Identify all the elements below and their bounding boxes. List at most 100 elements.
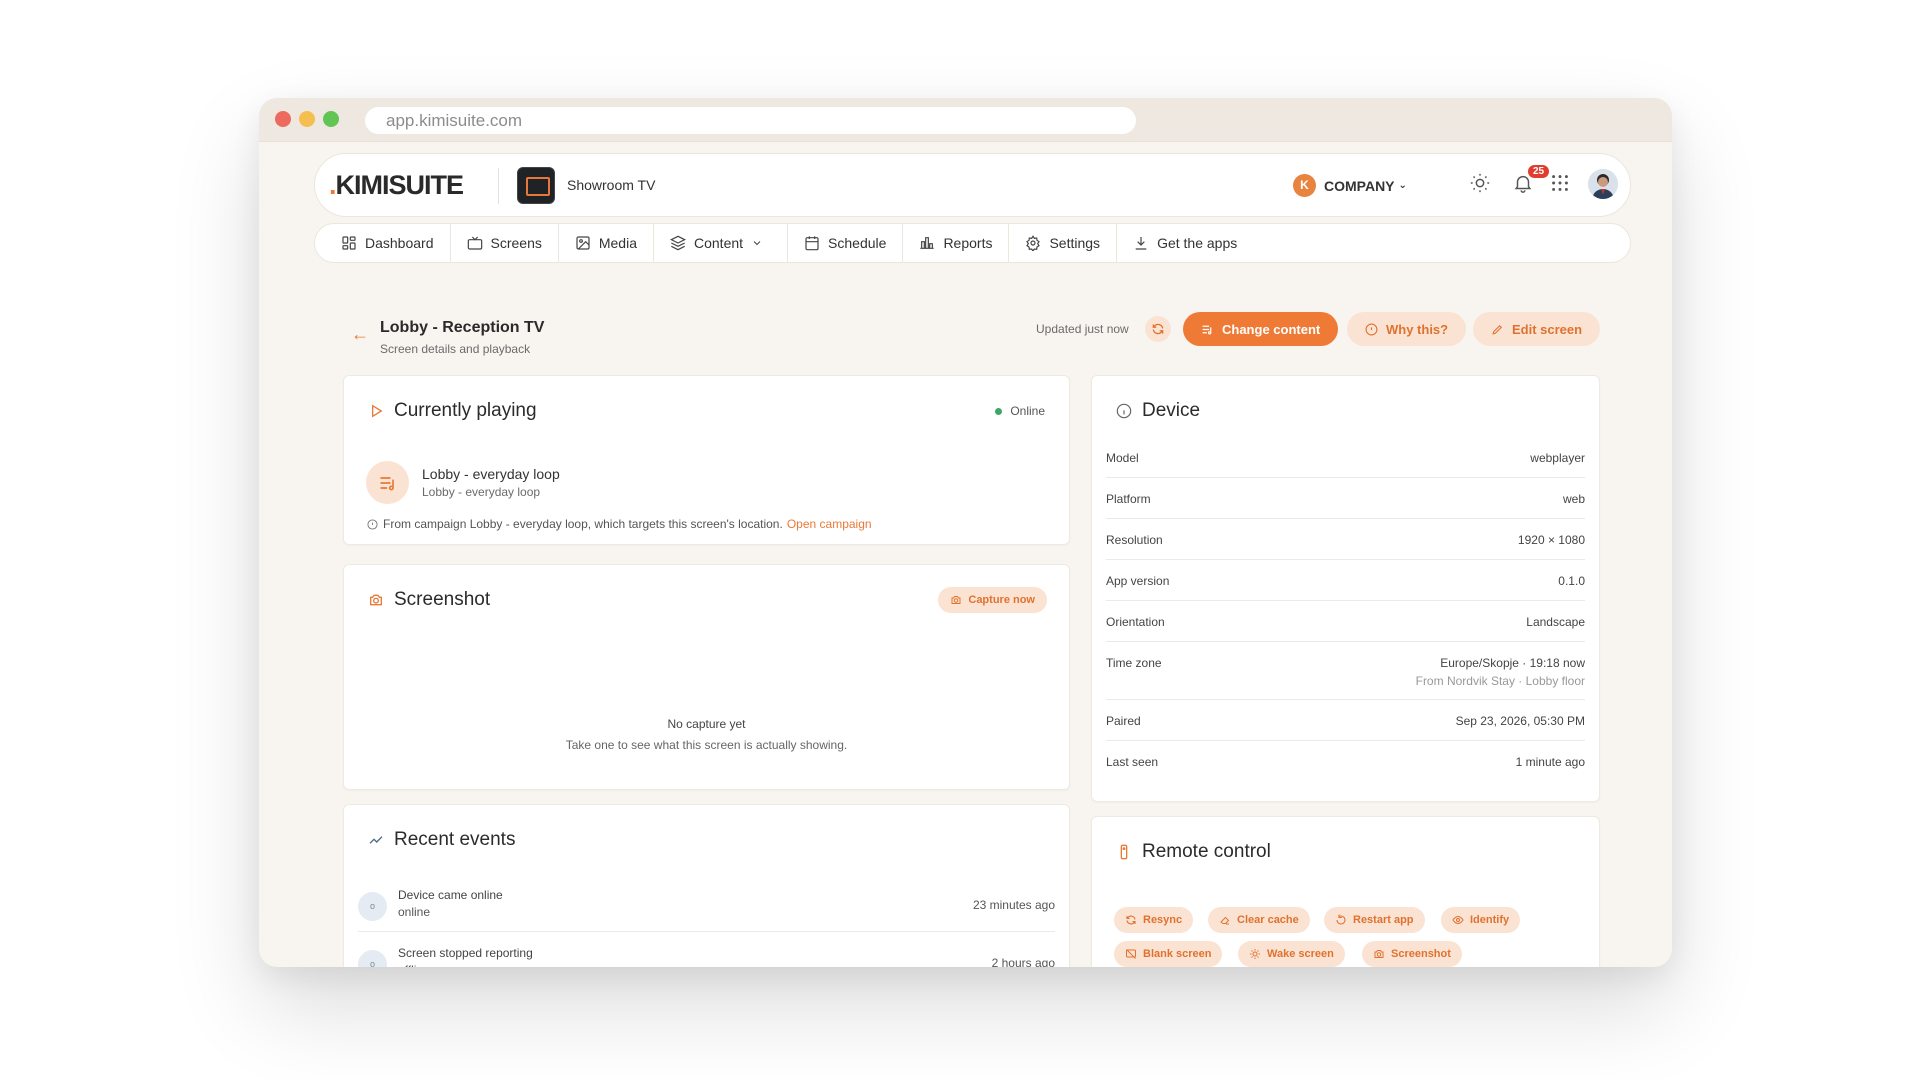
chevron-down-icon (753, 241, 761, 246)
screen-thumbnail[interactable] (517, 167, 555, 204)
currently-playing-title: Currently playing (368, 400, 537, 422)
nav-schedule[interactable]: Schedule (788, 224, 904, 262)
event-subtitle: online (398, 905, 431, 919)
campaign-note: From campaign Lobby - everyday loop, whi… (367, 517, 872, 531)
info-circle-icon (367, 518, 378, 530)
nav-content[interactable]: Content (654, 224, 789, 262)
wake-screen-button[interactable]: Wake screen (1238, 941, 1345, 967)
eraser-icon (1220, 916, 1230, 925)
close-window-button[interactable] (275, 111, 291, 127)
maximize-window-button[interactable] (323, 111, 339, 127)
device-row-value: Landscape (1526, 615, 1585, 629)
nav-settings-label: Settings (1049, 235, 1101, 251)
resync-label: Resync (1143, 914, 1183, 926)
eye-icon (1452, 915, 1464, 925)
open-campaign-link[interactable]: Open campaign (787, 517, 872, 531)
online-status: Online (995, 404, 1045, 418)
recent-events-heading: Recent events (394, 829, 516, 850)
why-this-label: Why this? (1386, 321, 1449, 337)
browser-window: app.kimisuite.com .KIMISUITE Showroom TV… (259, 98, 1672, 967)
screen-off-icon (1126, 949, 1136, 959)
restart-app-label: Restart app (1353, 914, 1414, 926)
device-row-key: Time zone (1106, 656, 1162, 670)
device-row-app-version: App version 0.1.0 (1106, 560, 1585, 601)
nav-settings[interactable]: Settings (1009, 224, 1118, 262)
screenshot-title: Screenshot (368, 589, 490, 611)
edit-screen-label: Edit screen (1512, 321, 1583, 337)
nav-schedule-label: Schedule (828, 235, 887, 251)
theme-toggle-sun-icon[interactable] (1469, 172, 1495, 198)
gear-icon (1026, 235, 1041, 251)
nav-screens[interactable]: Screens (451, 224, 559, 262)
blank-screen-button[interactable]: Blank screen (1114, 941, 1223, 967)
device-row-key: Resolution (1106, 533, 1163, 547)
resync-button[interactable]: Resync (1114, 907, 1194, 933)
online-status-label: Online (1010, 404, 1045, 418)
playlist-subtitle: Lobby - everyday loop (422, 485, 541, 499)
device-row-key: Orientation (1106, 615, 1165, 629)
info-circle-icon (1365, 323, 1378, 335)
restart-icon (1336, 914, 1346, 925)
kimisuite-logo[interactable]: .KIMISUITE (329, 170, 464, 201)
bar-chart-icon (920, 237, 935, 249)
device-heading: Device (1142, 400, 1201, 421)
event-title: Screen stopped reporting (398, 946, 533, 960)
nav-get-apps-label: Get the apps (1157, 235, 1238, 251)
event-status-icon: o (358, 950, 387, 967)
playlist-name: Lobby - everyday loop (422, 466, 560, 482)
pencil-icon (1492, 324, 1503, 335)
screenshot-card: Screenshot Capture now No capture yet Ta… (343, 564, 1070, 790)
device-title: Device (1116, 400, 1200, 422)
change-content-button[interactable]: Change content (1183, 312, 1339, 346)
wake-screen-label: Wake screen (1267, 948, 1334, 960)
currently-playing-card: Currently playing Online Lobby - everyda… (343, 375, 1070, 545)
online-indicator (995, 407, 1003, 415)
nav-get-apps[interactable]: Get the apps (1117, 224, 1253, 262)
device-row-orientation: Orientation Landscape (1106, 601, 1585, 642)
device-row-subvalue: From Nordvik Stay · Lobby floor (1415, 674, 1585, 688)
minimize-window-button[interactable] (299, 111, 315, 127)
current-screen-name[interactable]: Showroom TV (567, 177, 655, 193)
identify-button[interactable]: Identify (1441, 907, 1521, 933)
back-arrow-icon[interactable]: ← (351, 324, 369, 345)
header-divider (498, 168, 499, 204)
why-this-button[interactable]: Why this? (1347, 312, 1467, 346)
capture-now-label: Capture now (968, 594, 1035, 606)
app-header: .KIMISUITE Showroom TV K COMPANY ⌄ 25 (314, 153, 1631, 217)
browser-titlebar: app.kimisuite.com (259, 98, 1672, 142)
company-switcher[interactable]: K COMPANY ⌄ (1293, 174, 1407, 197)
layers-icon (670, 235, 686, 251)
main-nav: Dashboard Screens Media Content Schedule… (314, 223, 1631, 263)
nav-dashboard-label: Dashboard (365, 235, 434, 251)
identify-label: Identify (1470, 914, 1510, 926)
camera-icon (951, 596, 961, 604)
nav-media[interactable]: Media (559, 224, 654, 262)
capture-now-button[interactable]: Capture now (938, 587, 1047, 613)
recent-events-title: Recent events (368, 829, 515, 851)
remote-screenshot-button[interactable]: Screenshot (1362, 941, 1462, 967)
nav-dashboard[interactable]: Dashboard (325, 224, 451, 262)
play-icon (372, 404, 383, 418)
nav-reports[interactable]: Reports (903, 224, 1010, 262)
clear-cache-button[interactable]: Clear cache (1208, 907, 1310, 933)
edit-screen-button[interactable]: Edit screen (1473, 312, 1601, 346)
blank-screen-label: Blank screen (1143, 948, 1212, 960)
device-row-value: 1920 × 1080 (1517, 533, 1585, 547)
screenshot-heading: Screenshot (394, 589, 491, 610)
event-row[interactable]: o Device came online online 23 minutes a… (358, 882, 1055, 932)
device-card: Device Model webplayer Platform web Reso… (1091, 375, 1600, 802)
nav-reports-label: Reports (943, 235, 993, 251)
url-bar[interactable]: app.kimisuite.com (365, 107, 1136, 134)
event-row[interactable]: o Screen stopped reporting offline 2 hou… (358, 940, 1055, 967)
updated-status: Updated just now (1036, 322, 1129, 336)
device-row-value: web (1562, 492, 1585, 506)
image-icon (576, 236, 590, 250)
apps-grid-icon[interactable] (1549, 172, 1575, 198)
device-row-key: Paired (1106, 714, 1141, 728)
user-avatar[interactable] (1588, 169, 1618, 199)
remote-icon (1120, 844, 1128, 860)
device-row-time-zone: Time zone Europe/Skopje · 19:18 now From… (1106, 642, 1585, 700)
refresh-button[interactable] (1145, 316, 1171, 342)
restart-app-button[interactable]: Restart app (1324, 907, 1425, 933)
device-row-value: 0.1.0 (1558, 574, 1585, 588)
